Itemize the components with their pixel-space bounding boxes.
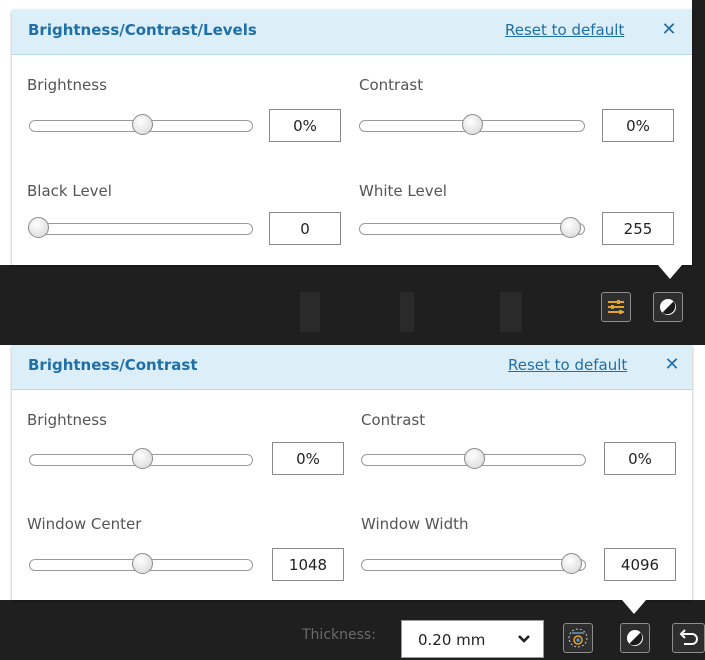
close-icon[interactable]: ✕ xyxy=(660,19,678,41)
white-level-slider-thumb[interactable] xyxy=(560,217,581,238)
sliders-button[interactable] xyxy=(601,292,631,322)
white-level-label: White Level xyxy=(359,182,447,200)
contrast-label: Contrast xyxy=(361,411,426,429)
panel-header: Brightness/Contrast/Levels Reset to defa… xyxy=(12,10,692,55)
contrast-button[interactable] xyxy=(653,292,683,322)
panel-header: Brightness/Contrast Reset to default ✕ xyxy=(12,345,692,390)
ghost-text xyxy=(500,292,522,332)
toolbar-band-top xyxy=(0,265,705,345)
brightness-value-input[interactable]: 0% xyxy=(269,109,341,142)
close-icon[interactable]: ✕ xyxy=(663,354,681,376)
thickness-select[interactable]: 0.20 mm xyxy=(401,620,544,658)
window-width-slider-thumb[interactable] xyxy=(561,553,582,574)
ghost-text xyxy=(400,292,414,332)
white-level-value-input[interactable]: 255 xyxy=(602,212,674,245)
brightness-value-input[interactable]: 0% xyxy=(272,442,344,475)
white-level-slider[interactable] xyxy=(359,223,585,235)
window-edge xyxy=(692,0,705,265)
contrast-icon xyxy=(627,630,643,646)
panel-title: Brightness/Contrast/Levels xyxy=(28,21,257,39)
levels-panel: Brightness/Contrast/Levels Reset to defa… xyxy=(12,10,692,265)
render-mode-icon xyxy=(568,628,588,648)
brightness-slider-thumb[interactable] xyxy=(132,448,153,469)
undo-icon xyxy=(679,629,698,645)
contrast-button[interactable] xyxy=(620,623,650,653)
thickness-label: Thickness: xyxy=(302,627,376,643)
window-center-slider-thumb[interactable] xyxy=(132,553,153,574)
contrast-value-input[interactable]: 0% xyxy=(604,442,676,475)
brightness-label: Brightness xyxy=(27,411,107,429)
window-width-value-input[interactable]: 4096 xyxy=(604,548,676,581)
black-level-label: Black Level xyxy=(27,182,112,200)
brightness-label: Brightness xyxy=(27,76,107,94)
black-level-slider[interactable] xyxy=(29,223,253,235)
panel-pointer xyxy=(622,600,646,614)
panel-pointer xyxy=(658,265,682,279)
thickness-value: 0.20 mm xyxy=(418,631,486,649)
sliders-icon xyxy=(608,300,624,314)
chevron-down-icon xyxy=(518,635,530,643)
contrast-label: Contrast xyxy=(359,76,424,94)
window-width-slider[interactable] xyxy=(361,559,586,571)
contrast-panel: Brightness/Contrast Reset to default ✕ B… xyxy=(12,345,692,600)
ghost-text xyxy=(300,292,320,332)
contrast-value-input[interactable]: 0% xyxy=(602,109,674,142)
contrast-slider-thumb[interactable] xyxy=(464,448,485,469)
window-center-value-input[interactable]: 1048 xyxy=(272,548,344,581)
panel-title: Brightness/Contrast xyxy=(28,356,198,374)
reset-to-default-link[interactable]: Reset to default xyxy=(508,356,627,374)
render-mode-button[interactable] xyxy=(563,623,593,653)
contrast-slider-thumb[interactable] xyxy=(462,114,483,135)
undo-button[interactable] xyxy=(672,623,705,653)
window-center-label: Window Center xyxy=(27,515,142,533)
black-level-value-input[interactable]: 0 xyxy=(269,212,341,245)
black-level-slider-thumb[interactable] xyxy=(28,217,49,238)
reset-to-default-link[interactable]: Reset to default xyxy=(505,21,624,39)
brightness-slider-thumb[interactable] xyxy=(132,114,153,135)
contrast-icon xyxy=(660,299,676,315)
window-width-label: Window Width xyxy=(361,515,469,533)
